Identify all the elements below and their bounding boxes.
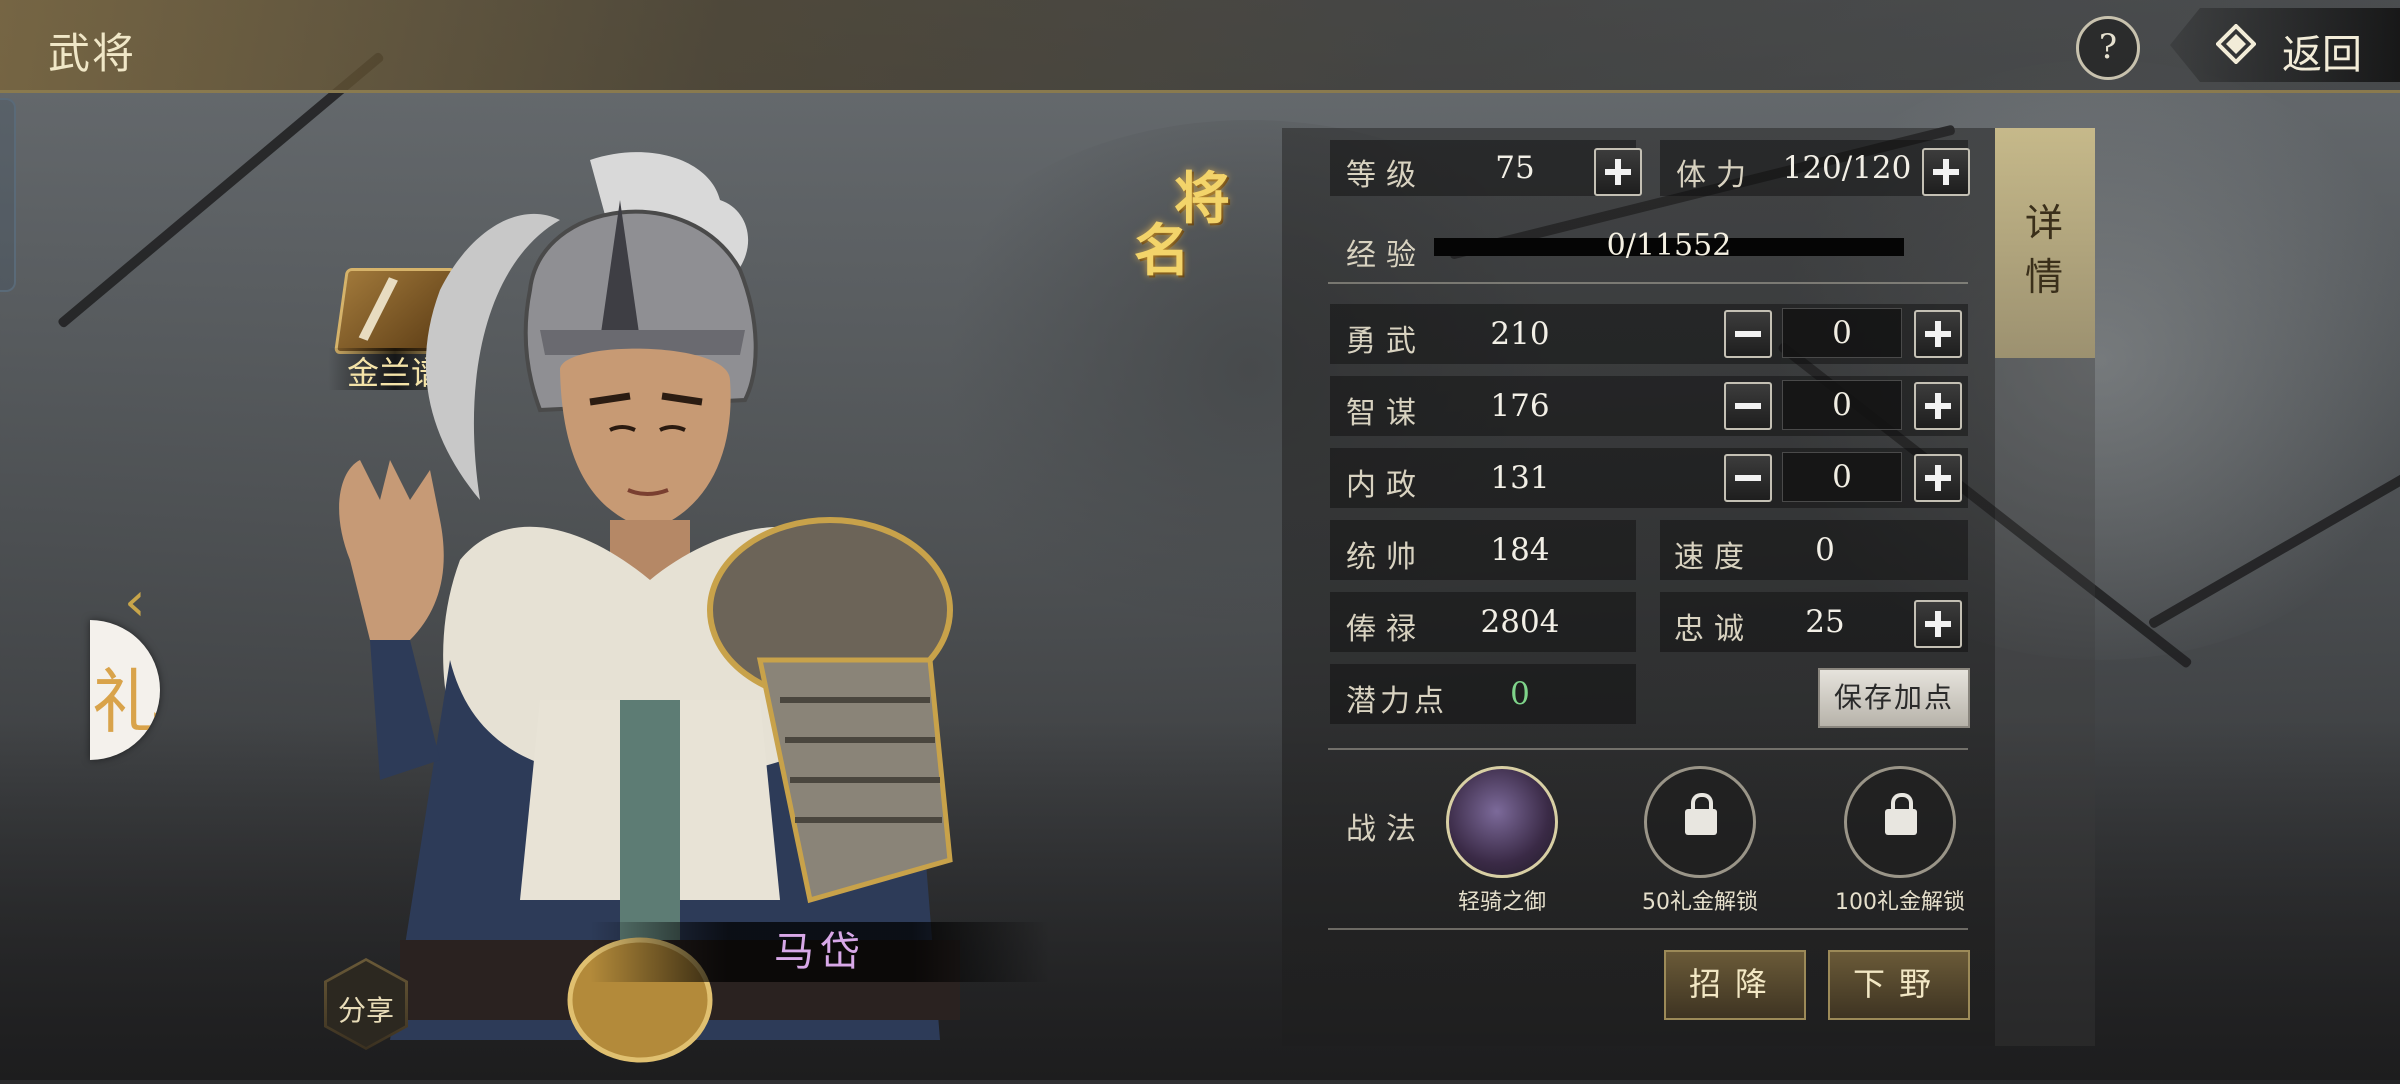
command-label: 统帅	[1346, 532, 1426, 576]
detail-tab-column	[1995, 358, 2095, 1046]
hero-name: 马岱	[774, 929, 866, 975]
level-value: 75	[1470, 150, 1560, 186]
hero-name-plate: 马岱	[590, 922, 1050, 982]
level-plus-button[interactable]	[1594, 148, 1642, 196]
skill-slot-2[interactable]: 50礼金解锁	[1640, 766, 1760, 886]
bravery-plus-button[interactable]	[1914, 310, 1962, 358]
salary-row: 俸禄 2804	[1330, 592, 1636, 652]
strategy-label: 智谋	[1346, 388, 1426, 432]
dismiss-button[interactable]: 下野	[1828, 950, 1970, 1020]
skill-slot-1[interactable]: 轻骑之御	[1442, 766, 1562, 886]
politics-minus-button[interactable]	[1724, 454, 1772, 502]
speed-value: 0	[1790, 532, 1860, 568]
potential-row: 潜力点 0	[1330, 664, 1636, 724]
politics-plus-button[interactable]	[1914, 454, 1962, 502]
strategy-minus-button[interactable]	[1724, 382, 1772, 430]
level-label: 等级	[1346, 150, 1426, 194]
stamina-plus-button[interactable]	[1922, 148, 1970, 196]
skill-slot-2-circle	[1644, 766, 1756, 878]
potential-label: 潜力点	[1346, 676, 1448, 720]
famous-general-badge: 将 名	[1130, 154, 1240, 274]
divider	[1328, 282, 1968, 284]
level-row: 等级 75	[1330, 140, 1636, 196]
loyalty-label: 忠诚	[1674, 604, 1754, 648]
badge-char-ming: 名	[1134, 206, 1190, 287]
potential-value: 0	[1490, 676, 1550, 712]
skill-slot-3[interactable]: 100礼金解锁	[1840, 766, 1960, 886]
detail-tab[interactable]: 详 情	[1995, 128, 2095, 358]
salary-value: 2804	[1460, 604, 1580, 640]
skills-label: 战法	[1346, 804, 1426, 848]
skill-name-3: 100礼金解锁	[1800, 884, 2000, 916]
lock-icon	[1885, 809, 1917, 835]
page-title: 武将	[48, 20, 136, 81]
politics-alloc-input[interactable]: 0	[1782, 452, 1902, 502]
share-button-inner: 分享	[327, 961, 405, 1047]
divider	[1328, 928, 1968, 930]
detail-tab-char-1: 详	[2025, 192, 2063, 247]
left-edge-tab[interactable]	[0, 98, 16, 292]
skill-slot-3-circle	[1844, 766, 1956, 878]
loyalty-value: 25	[1790, 604, 1860, 640]
gift-icon: 礼	[92, 646, 160, 747]
back-icon	[2216, 24, 2256, 64]
skill-icon-light-cavalry	[1446, 766, 1558, 878]
exp-label: 经验	[1346, 230, 1426, 274]
exp-value: 0/11552	[1434, 228, 1904, 263]
loyalty-plus-button[interactable]	[1914, 600, 1962, 648]
help-button[interactable]: ?	[2076, 16, 2140, 80]
command-row: 统帅 184	[1330, 520, 1636, 580]
bravery-alloc-input[interactable]: 0	[1782, 308, 1902, 358]
speed-label: 速度	[1674, 532, 1754, 576]
bravery-label: 勇武	[1346, 316, 1426, 360]
bravery-value: 210	[1470, 316, 1570, 352]
stamina-label: 体力	[1676, 150, 1756, 194]
top-bar: 武将 ? 返回	[0, 0, 2400, 93]
bravery-minus-button[interactable]	[1724, 310, 1772, 358]
politics-label: 内政	[1346, 460, 1426, 504]
recruit-button[interactable]: 招降	[1664, 950, 1806, 1020]
detail-tab-char-2: 情	[2025, 246, 2063, 301]
divider	[1328, 748, 1968, 750]
skill-name-1: 轻骑之御	[1402, 884, 1602, 916]
skill-name-2: 50礼金解锁	[1600, 884, 1800, 916]
stamina-value: 120/120	[1772, 150, 1922, 186]
previous-hero-arrow[interactable]: ‹	[124, 570, 146, 633]
command-value: 184	[1470, 532, 1570, 568]
strategy-plus-button[interactable]	[1914, 382, 1962, 430]
strategy-alloc-input[interactable]: 0	[1782, 380, 1902, 430]
share-label: 分享	[327, 989, 405, 1029]
lock-icon	[1685, 809, 1717, 835]
politics-value: 131	[1470, 460, 1570, 496]
back-label: 返回	[2282, 22, 2362, 80]
save-points-button[interactable]: 保存加点	[1818, 668, 1970, 728]
back-button[interactable]: 返回	[2170, 8, 2400, 82]
salary-label: 俸禄	[1346, 604, 1426, 648]
strategy-value: 176	[1470, 388, 1570, 424]
speed-row: 速度 0	[1660, 520, 1968, 580]
